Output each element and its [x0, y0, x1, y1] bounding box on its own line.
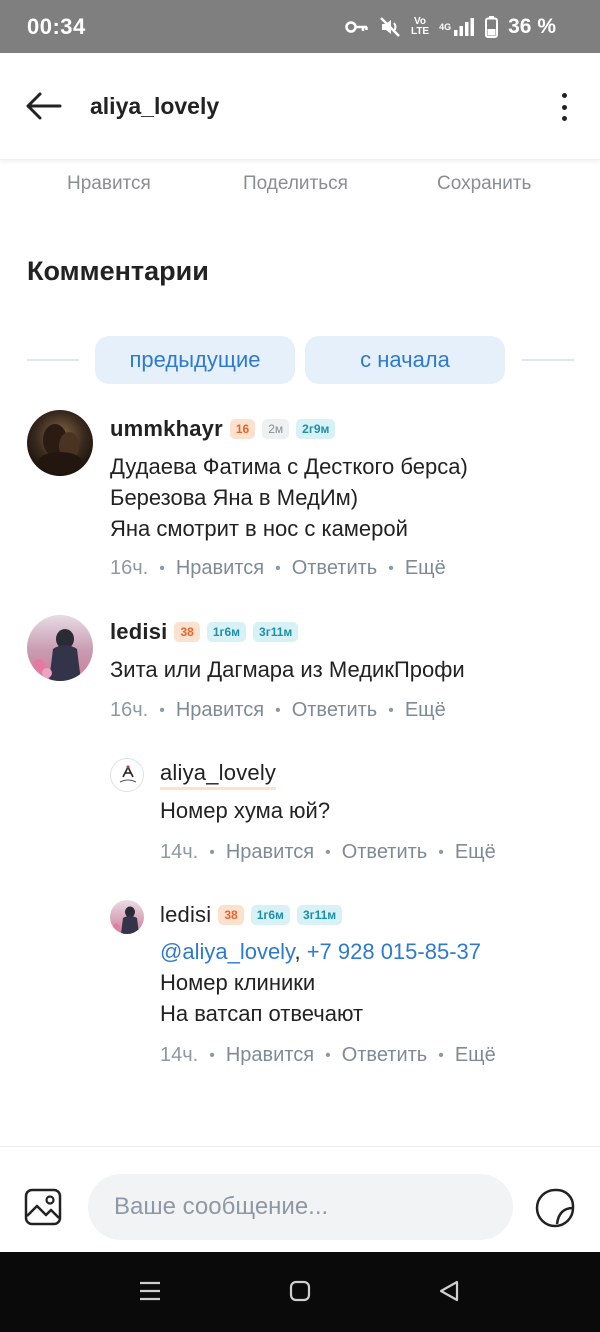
comment-meta: 16ч. • Нравится • Ответить • Ещё	[110, 699, 446, 722]
volte-icon: Vo LTE	[410, 15, 430, 37]
load-comments-row: предыдущие с начала	[0, 336, 600, 384]
like-comment-button[interactable]: Нравится	[226, 841, 314, 864]
comment-header: ummkhayr 16 2м 2г9м	[110, 416, 336, 442]
back-button[interactable]	[26, 76, 96, 136]
reply-header: aliya_lovely	[160, 760, 277, 790]
age-badge: 1г6м	[250, 905, 290, 925]
key-icon	[345, 19, 369, 35]
more-button[interactable]: Ещё	[405, 557, 446, 580]
comment-meta: 16ч. • Нравится • Ответить • Ещё	[110, 557, 446, 580]
comment-time: 16ч.	[110, 557, 149, 579]
avatar[interactable]	[110, 758, 144, 792]
reply-meta: 14ч. • Нравится • Ответить • Ещё	[160, 841, 496, 864]
like-comment-button[interactable]: Нравится	[226, 1044, 314, 1067]
battery-icon	[485, 15, 499, 38]
home-icon	[289, 1280, 311, 1302]
status-bar: 00:34 Vo LTE 4G 36 %	[0, 0, 600, 53]
divider	[27, 359, 79, 361]
level-badge: 38	[174, 622, 200, 642]
divider	[522, 359, 574, 361]
arrow-left-icon	[26, 92, 62, 120]
load-from-start-button[interactable]: с начала	[305, 336, 505, 384]
sticker-button[interactable]	[535, 1188, 575, 1233]
comment-header: ledisi 38 1г6м 3г11м	[110, 619, 299, 645]
signal-icon: 4G	[439, 17, 475, 37]
age-badge: 2м	[262, 419, 290, 439]
reply-button[interactable]: Ответить	[292, 699, 378, 722]
more-options-button[interactable]	[552, 87, 576, 127]
comment-time: 16ч.	[110, 699, 149, 721]
reply-button[interactable]: Ответить	[342, 1044, 428, 1067]
more-vertical-icon	[561, 93, 567, 98]
reply-button[interactable]: Ответить	[342, 841, 428, 864]
level-badge: 16	[229, 419, 256, 439]
image-icon	[24, 1188, 62, 1226]
attach-image-button[interactable]	[24, 1188, 62, 1231]
comment-text: Дудаева Фатима с Десткого берса) Березов…	[110, 454, 468, 541]
comments-title: Комментарии	[27, 256, 209, 286]
load-previous-button[interactable]: предыдущие	[95, 336, 295, 384]
reply-text: Номер хума юй?	[160, 798, 331, 823]
reply-author[interactable]: ledisi	[160, 902, 211, 928]
membership-badge: 3г11м	[296, 905, 343, 925]
more-button[interactable]: Ещё	[455, 841, 496, 864]
avatar[interactable]	[110, 900, 144, 934]
home-button[interactable]	[289, 1280, 311, 1307]
age-badge: 1г6м	[206, 622, 247, 642]
reply-button[interactable]: Ответить	[292, 557, 378, 580]
system-nav-bar	[0, 1252, 600, 1332]
mute-icon	[379, 16, 401, 38]
save-post-button[interactable]: Сохранить	[437, 173, 531, 195]
reply-meta: 14ч. • Нравится • Ответить • Ещё	[160, 1044, 496, 1067]
avatar[interactable]	[27, 410, 93, 476]
like-comment-button[interactable]: Нравится	[176, 557, 264, 580]
sticker-icon	[535, 1188, 575, 1228]
status-icons: Vo LTE 4G 36 %	[345, 15, 556, 39]
menu-icon	[140, 1281, 160, 1301]
level-badge: 38	[218, 905, 244, 925]
more-button[interactable]: Ещё	[455, 1044, 496, 1067]
reply-author[interactable]: aliya_lovely	[160, 760, 277, 790]
recents-button[interactable]	[139, 1280, 161, 1307]
post-actions: Нравится Поделиться Сохранить	[0, 165, 600, 205]
message-input[interactable]	[88, 1174, 513, 1240]
like-post-button[interactable]: Нравится	[67, 173, 151, 195]
phone-link[interactable]: +7 928 015-85-37	[307, 939, 481, 964]
status-time: 00:34	[27, 13, 86, 39]
back-nav-button[interactable]	[438, 1280, 460, 1307]
comment-text: Зита или Дагмара из МедикПрофи	[110, 657, 465, 682]
battery-percent: 36 %	[508, 14, 556, 38]
comment-author[interactable]: ledisi	[110, 619, 167, 645]
reply-header: ledisi 38 1г6м 3г11м	[160, 902, 343, 928]
reply-time: 14ч.	[160, 841, 199, 863]
reply-text: @aliya_lovely, +7 928 015-85-37 Номер кл…	[160, 939, 482, 1026]
back-triangle-icon	[439, 1280, 459, 1302]
share-post-button[interactable]: Поделиться	[243, 173, 348, 195]
membership-badge: 3г11м	[253, 622, 299, 642]
message-composer	[0, 1146, 600, 1252]
comment-author[interactable]: ummkhayr	[110, 416, 223, 442]
avatar[interactable]	[27, 615, 93, 681]
reply-time: 14ч.	[160, 1044, 199, 1066]
mention-link[interactable]: @aliya_lovely	[160, 939, 294, 964]
header-title: aliya_lovely	[90, 92, 220, 119]
membership-badge: 2г9м	[296, 419, 336, 439]
like-comment-button[interactable]: Нравится	[176, 699, 264, 722]
post-header: aliya_lovely	[0, 53, 600, 160]
more-button[interactable]: Ещё	[405, 699, 446, 722]
